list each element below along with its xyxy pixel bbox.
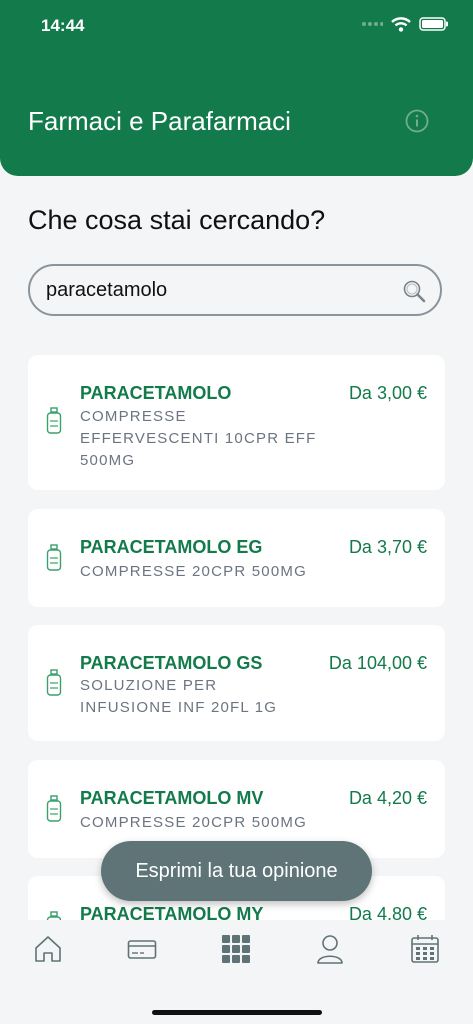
item-name: PARACETAMOLO: [80, 383, 232, 403]
item-price: Da 4,20 €: [348, 788, 427, 808]
search-field[interactable]: paracetamolo: [28, 264, 442, 316]
info-icon[interactable]: [405, 109, 429, 133]
item-price: Da 3,70 €: [348, 537, 427, 557]
item-name: PARACETAMOLO GS: [80, 653, 263, 673]
item-price: Da 104,00 €: [328, 653, 427, 673]
user-icon[interactable]: [315, 934, 345, 964]
list-item[interactable]: PARACETAMOLO EG Da 3,70 € COMPRESSE 20CP…: [28, 509, 445, 607]
app-header: 14:44 Farmaci e Parafarmaci: [0, 0, 473, 176]
medicine-bottle-icon: [46, 407, 62, 434]
signal-icon: [362, 22, 383, 26]
list-item[interactable]: PARACETAMOLO GS Da 104,00 € SOLUZIONE PE…: [28, 625, 445, 741]
search-icon[interactable]: [402, 279, 426, 303]
home-icon[interactable]: [33, 934, 63, 964]
item-description: COMPRESSE 20CPR 500MG: [80, 814, 307, 831]
medicine-bottle-icon: [46, 911, 62, 920]
status-icons: [361, 16, 449, 32]
search-heading: Che cosa stai cercando?: [28, 205, 326, 235]
item-price: Da 4,80 €: [348, 904, 427, 920]
list-item[interactable]: PARACETAMOLO Da 3,00 € COMPRESSE EFFERVE…: [28, 355, 445, 490]
search-input[interactable]: paracetamolo: [46, 279, 167, 302]
page-title: Farmaci e Parafarmaci: [28, 106, 291, 136]
medicine-bottle-icon: [46, 544, 62, 571]
item-price: Da 3,00 €: [348, 383, 427, 403]
home-indicator: [152, 1010, 322, 1015]
item-description: COMPRESSE EFFERVESCENTI 10CPR EFF 500MG: [80, 408, 317, 469]
tab-bar: [0, 920, 473, 1024]
medicine-bottle-icon: [46, 669, 62, 696]
item-description: SOLUZIONE PER INFUSIONE INF 20FL 1G: [80, 677, 278, 716]
item-name: PARACETAMOLO EG: [80, 537, 263, 557]
status-time: 14:44: [41, 16, 85, 35]
card-icon[interactable]: [127, 934, 157, 964]
calendar-icon[interactable]: [410, 934, 440, 964]
item-name: PARACETAMOLO MV: [80, 788, 264, 808]
medicine-bottle-icon: [46, 795, 62, 822]
battery-icon: [419, 17, 448, 31]
wifi-icon: [391, 17, 411, 32]
grid-icon[interactable]: [221, 934, 251, 964]
results-list[interactable]: PARACETAMOLO Da 3,00 € COMPRESSE EFFERVE…: [28, 355, 445, 920]
feedback-button[interactable]: Esprimi la tua opinione: [101, 841, 372, 901]
item-description: COMPRESSE 20CPR 500MG: [80, 563, 307, 580]
item-name: PARACETAMOLO MY: [80, 904, 264, 920]
